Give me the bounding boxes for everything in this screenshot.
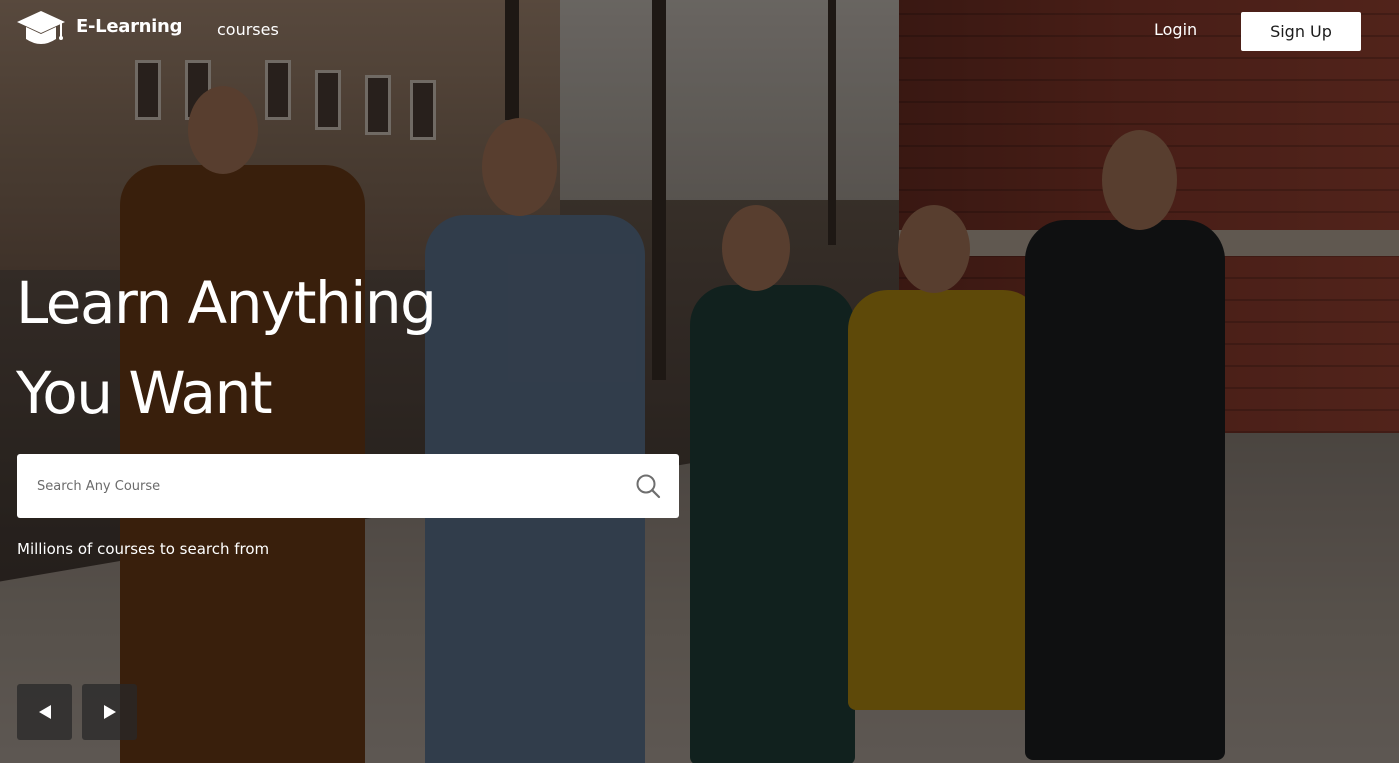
search-input[interactable] bbox=[17, 454, 617, 518]
arrow-left-icon bbox=[38, 705, 51, 719]
search-button[interactable] bbox=[617, 454, 679, 518]
hero-title: Learn Anything You Want bbox=[16, 258, 716, 438]
nav-link-courses[interactable]: courses bbox=[217, 20, 279, 39]
brand-name: E-Learning bbox=[76, 15, 183, 37]
navbar: E-Learning courses Login Sign Up bbox=[0, 0, 1399, 64]
brand-logo[interactable]: E-Learning bbox=[16, 9, 182, 49]
hero-title-line1: Learn Anything bbox=[16, 269, 437, 337]
signup-button[interactable]: Sign Up bbox=[1241, 12, 1361, 51]
slider-next-button[interactable] bbox=[82, 684, 137, 740]
search-bar bbox=[17, 454, 679, 518]
login-link[interactable]: Login bbox=[1154, 20, 1197, 39]
graduation-cap-icon bbox=[17, 11, 65, 44]
search-icon bbox=[636, 474, 661, 499]
slider-prev-button[interactable] bbox=[17, 684, 72, 740]
hero-title-line2: You Want bbox=[16, 359, 273, 427]
arrow-right-icon bbox=[103, 705, 116, 719]
hero-subtitle: Millions of courses to search from bbox=[17, 540, 270, 558]
